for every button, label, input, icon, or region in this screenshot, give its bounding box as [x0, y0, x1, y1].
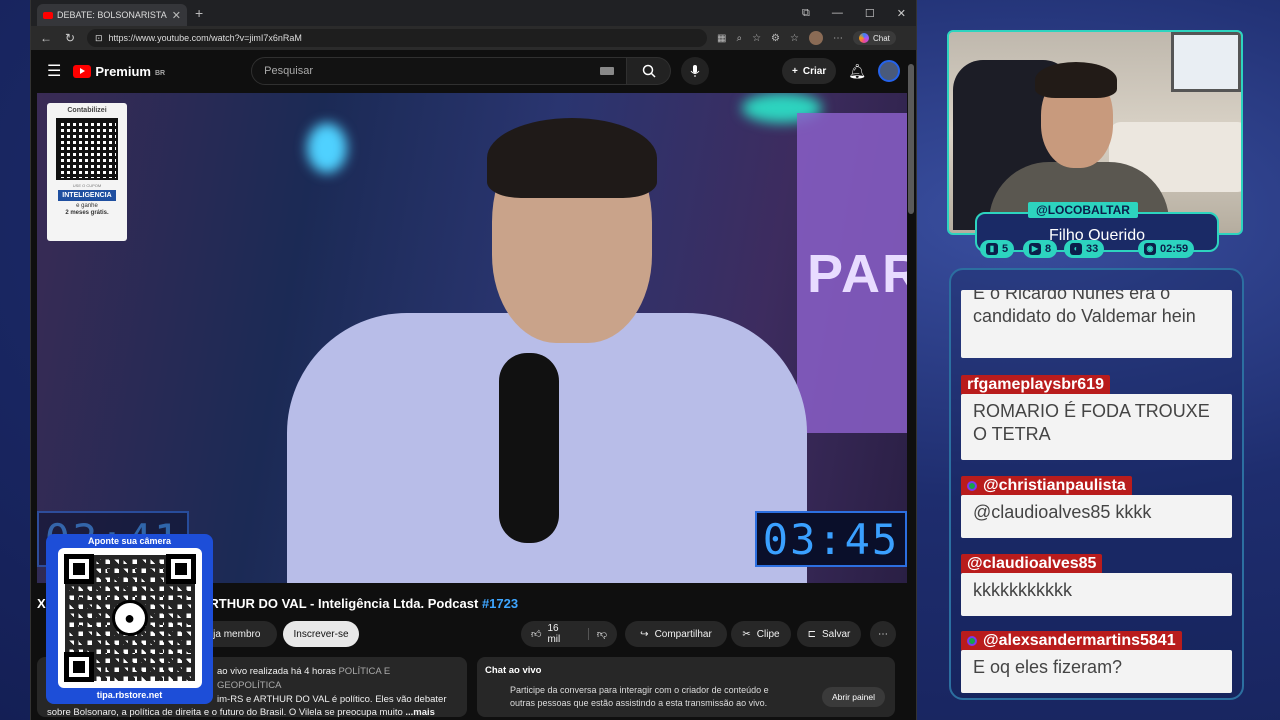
- chat-message: kkkkkkkkkkk: [961, 573, 1232, 616]
- like-dislike-group: 👍︎ 16 mil 👎︎: [521, 621, 617, 647]
- site-info-icon[interactable]: ⊡: [95, 33, 103, 44]
- like-icon[interactable]: 👍︎: [531, 628, 541, 640]
- qr-center-logo-icon: ●: [111, 600, 148, 636]
- open-panel-button[interactable]: Abrir painel: [822, 687, 885, 707]
- favorites-icon[interactable]: ☆: [790, 33, 799, 44]
- guest-hair: [487, 118, 657, 198]
- blue-lamp: [307, 123, 347, 173]
- copilot-icon: [858, 33, 869, 43]
- stream-qr-card: Aponte sua câmera ● tipa.rbstore.net: [46, 534, 213, 704]
- chat-username: @alexsandermartins5841: [961, 631, 1182, 651]
- user-badge-icon: [967, 481, 977, 491]
- notifications-bell-icon[interactable]: 🔔︎: [848, 63, 866, 80]
- new-tab-icon[interactable]: +: [195, 5, 203, 21]
- window-controls: ⧉ — ☐ ✕: [802, 7, 916, 20]
- more-icon[interactable]: ⋯: [833, 33, 843, 44]
- chat-username: @claudioalves85: [961, 554, 1103, 574]
- qr-finder: [165, 554, 196, 584]
- more-actions-button[interactable]: ⋯: [870, 621, 896, 647]
- tab-youtube[interactable]: DEBATE: BOLSONARISTA X MBL ✕: [37, 4, 187, 26]
- whatsapp-icon: ◉: [1144, 243, 1156, 255]
- youtube-favicon-icon: [43, 11, 53, 19]
- qr-finder: [63, 554, 94, 584]
- webcam-window: [1171, 32, 1241, 92]
- live-chat-box: Chat ao vivo Participe da conversa para …: [477, 657, 895, 717]
- youtube-header: ☰ Premium BR Pesquisar + Criar 🔔︎: [31, 50, 916, 92]
- sponsor-qr-code: [56, 118, 118, 180]
- url-field[interactable]: ⊡ https://www.youtube.com/watch?v=jimI7x…: [87, 29, 707, 47]
- microphone-icon: [690, 65, 700, 77]
- copilot-chat-button[interactable]: Chat: [852, 31, 896, 45]
- chat-message: ROMARIO É FODA TROUXE O TETRA: [961, 394, 1232, 460]
- menu-icon[interactable]: ☰: [47, 61, 61, 81]
- plus-icon: +: [792, 65, 798, 77]
- search-button[interactable]: [627, 57, 672, 85]
- close-window-icon[interactable]: ✕: [897, 7, 906, 20]
- chat-message: E oq eles fizeram?: [961, 650, 1232, 693]
- page-scrollbar[interactable]: [908, 64, 914, 214]
- profile-avatar[interactable]: [808, 31, 823, 45]
- reload-icon[interactable]: ↻: [63, 31, 77, 45]
- subscribe-button[interactable]: Inscrever-se: [283, 621, 359, 647]
- chat-username: @christianpaulista: [961, 476, 1132, 496]
- app-grid-icon[interactable]: ▦: [717, 33, 726, 44]
- chat-message: E o Ricardo Nunes era o candidato do Val…: [961, 290, 1232, 358]
- streamer-handle: @LOCOBALTAR: [1028, 202, 1138, 218]
- zoom-icon[interactable]: ⌕: [736, 33, 742, 44]
- favorite-star-icon[interactable]: ☆: [752, 33, 761, 44]
- dislike-icon[interactable]: 👎︎: [587, 628, 607, 640]
- create-button[interactable]: + Criar: [782, 58, 837, 84]
- close-tab-icon[interactable]: ✕: [172, 9, 181, 22]
- keyboard-icon[interactable]: [600, 67, 615, 75]
- qr-code: ●: [57, 548, 202, 688]
- search-bar: Pesquisar: [251, 57, 710, 85]
- search-input[interactable]: Pesquisar: [251, 57, 628, 85]
- sponsor-card: Contabilizei USE O CUPOM INTELIGENCIA e …: [47, 103, 127, 241]
- live-chat-text: Participe da conversa para interagir com…: [510, 685, 769, 709]
- address-bar: ← ↻ ⊡ https://www.youtube.com/watch?v=ji…: [31, 26, 916, 50]
- tab-bar: DEBATE: BOLSONARISTA X MBL ✕ + ⧉ — ☐ ✕: [31, 0, 916, 26]
- streamer-hair: [1035, 62, 1117, 98]
- stat-kick: ◐ 33: [1064, 240, 1105, 258]
- minimize-icon[interactable]: —: [832, 7, 843, 20]
- youtube-icon: ▶: [1029, 243, 1041, 255]
- twitch-icon: ▮: [986, 243, 998, 255]
- voice-search-button[interactable]: [681, 57, 710, 85]
- save-button[interactable]: ⊏ Salvar: [797, 621, 861, 647]
- share-icon: ↪: [640, 628, 649, 640]
- video-timer: 03:45: [755, 511, 907, 567]
- stop-sign-text: PAR: [807, 244, 907, 304]
- podcast-microphone: [499, 353, 559, 543]
- search-icon: [642, 64, 656, 78]
- tab-title: DEBATE: BOLSONARISTA X MBL: [57, 10, 168, 20]
- extensions-icon[interactable]: ⚙: [771, 33, 780, 44]
- stat-timer: ◉ 02:59: [1138, 240, 1195, 258]
- share-button[interactable]: ↪ Compartilhar: [625, 621, 727, 647]
- user-badge-icon: [967, 636, 977, 646]
- address-icons: ▦ ⌕ ☆ ⚙ ☆ ⋯ Chat: [717, 31, 896, 45]
- back-icon[interactable]: ←: [39, 31, 53, 45]
- youtube-logo-icon: [73, 64, 92, 78]
- clip-button[interactable]: ✂ Clipe: [731, 621, 791, 647]
- tab-search-icon[interactable]: ⧉: [802, 7, 810, 20]
- video-player[interactable]: PAR Contabilizei USE O CUPOM INTELIGENCI…: [37, 93, 907, 583]
- bookmark-icon: ⊏: [807, 628, 817, 640]
- live-chat-title: Chat ao vivo: [485, 665, 542, 676]
- chat-username: rfgameplaysbr619: [961, 375, 1110, 395]
- show-more-link[interactable]: ...mais: [405, 707, 435, 717]
- sponsor-offer: e ganhe 2 meses grátis.: [65, 203, 109, 217]
- qr-finder: [63, 652, 94, 682]
- youtube-logo[interactable]: Premium BR: [73, 64, 165, 79]
- more-dots-icon: ⋯: [878, 628, 888, 640]
- user-avatar[interactable]: [878, 60, 900, 82]
- maximize-icon[interactable]: ☐: [865, 7, 875, 20]
- stat-twitch: ▮ 5: [980, 240, 1015, 258]
- kick-icon: ◐: [1070, 243, 1082, 255]
- url-text: https://www.youtube.com/watch?v=jimI7x6n…: [108, 33, 302, 43]
- stat-youtube: ▶ 8: [1023, 240, 1058, 258]
- chat-message: @claudioalves85 kkkk: [961, 495, 1232, 538]
- scissors-icon: ✂: [742, 628, 751, 640]
